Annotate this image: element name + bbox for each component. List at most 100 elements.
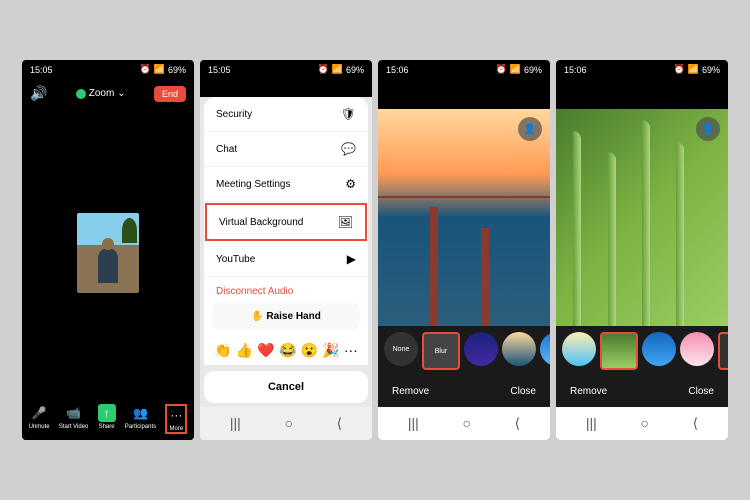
people-icon: 👥 [131,404,149,422]
grass-graphic [573,131,581,326]
emoji-party[interactable]: 🎉 [322,342,339,359]
bottom-actions: Remove Close [556,376,728,407]
share-button[interactable]: ↑Share [98,404,116,434]
background-selector: None Blur [378,326,550,376]
bg-option-beach[interactable] [562,332,596,366]
emoji-reactions: 👏 👍 ❤️ 😂 😮 🎉 ··· [204,336,368,365]
person-graphic [98,248,118,283]
status-time: 15:06 [386,65,409,75]
nav-back[interactable]: ⟨ [693,415,698,432]
unmute-button[interactable]: 🎤Unmute [29,404,50,434]
status-bar: 15:05 ⏰📶69% [200,60,372,79]
emoji-wow[interactable]: 😮 [301,342,318,359]
chevron-down-icon: ⌄ [117,88,125,99]
bg-option-grass[interactable] [600,332,638,370]
phone-screen-2: 15:05 ⏰📶69% Security🛡 Chat💬 Meeting Sett… [200,60,372,440]
shield-icon: 🛡 [341,107,356,121]
bg-option-bridge[interactable] [502,332,536,366]
background-icon: 🖼 [338,215,353,229]
menu-security[interactable]: Security🛡 [204,97,368,132]
nav-recent[interactable]: ||| [586,415,597,432]
background-selector: + [556,326,728,376]
pip-avatar[interactable]: 👤 [696,117,720,141]
signal-icon: 📶 [154,64,165,75]
chat-icon: 💬 [341,142,356,156]
meeting-toolbar: 🎤Unmute 📹Start Video ↑Share 👥Participant… [22,398,194,440]
menu-disconnect[interactable]: Disconnect Audio [204,277,368,297]
nav-home[interactable]: ○ [462,415,470,432]
bg-option-blur[interactable]: Blur [422,332,460,370]
android-nav: ||| ○ ⟨ [556,407,728,440]
bg-option-sky[interactable] [540,332,550,366]
phone-screen-4: 15:06 ⏰📶69% 👤 + Remove Close ||| ○ ⟨ [556,60,728,440]
tree-graphic [122,218,137,243]
menu-settings[interactable]: Meeting Settings⚙ [204,167,368,202]
nav-back[interactable]: ⟨ [515,415,520,432]
emoji-laugh[interactable]: 😂 [279,342,296,359]
nav-home[interactable]: ○ [284,415,292,432]
phone2-top: 15:05 ⏰📶69% [200,60,372,97]
emoji-heart[interactable]: ❤️ [257,342,274,359]
background-preview-grass: 👤 [556,109,728,326]
start-video-button[interactable]: 📹Start Video [59,404,89,434]
dots-icon: ··· [167,406,185,424]
close-button[interactable]: Close [688,386,714,397]
end-button[interactable]: End [154,86,186,102]
status-bar: 15:05 ⏰ 📶 69% [22,60,194,79]
status-time: 15:06 [564,65,587,75]
phone-screen-3: 15:06 ⏰📶69% 👤 None Blur Remove Close |||… [378,60,550,440]
youtube-icon: ▶ [347,252,356,266]
bottom-actions: Remove Close [378,376,550,407]
shield-icon [76,89,86,99]
pip-avatar[interactable]: 👤 [518,117,542,141]
phone-screen-1: 15:05 ⏰ 📶 69% 🔊 Zoom ⌄ End 🎤Unmute 📹Star… [22,60,194,440]
status-time: 15:05 [208,65,231,75]
menu-virtual-background[interactable]: Virtual Background🖼 [205,203,367,241]
status-right: ⏰ 📶 69% [140,64,186,75]
spacer [378,79,550,109]
background-preview-bridge: 👤 [378,109,550,326]
nav-back[interactable]: ⟨ [337,415,342,432]
android-nav: ||| ○ ⟨ [378,407,550,440]
nav-recent[interactable]: ||| [230,415,241,432]
bg-option-add[interactable]: + [718,332,728,370]
remove-button[interactable]: Remove [570,386,607,397]
android-nav: ||| ○ ⟨ [200,407,372,440]
bridge-graphic [378,196,550,198]
menu-chat[interactable]: Chat💬 [204,132,368,167]
battery-percent: 69% [168,65,186,75]
bridge-graphic [481,228,489,326]
meeting-topbar: 🔊 Zoom ⌄ End [22,79,194,108]
close-button[interactable]: Close [510,386,536,397]
zoom-badge[interactable]: Zoom ⌄ [76,88,126,99]
emoji-clap[interactable]: 👏 [214,342,231,359]
status-bar: 15:06 ⏰📶69% [378,60,550,79]
emoji-more[interactable]: ··· [344,342,358,359]
gear-icon: ⚙ [345,177,356,191]
share-icon: ↑ [98,404,116,422]
status-time: 15:05 [30,65,53,75]
camera-icon: 📹 [65,404,83,422]
raise-hand-button[interactable]: ✋ Raise Hand [212,303,360,330]
emoji-thumbsup[interactable]: 👍 [236,342,253,359]
bg-option-pink[interactable] [680,332,714,366]
mic-icon: 🎤 [30,404,48,422]
bg-option-space[interactable] [464,332,498,366]
bg-option-none[interactable]: None [384,332,418,366]
video-area [22,108,194,398]
more-button[interactable]: ···More [165,404,187,434]
more-menu-sheet: Security🛡 Chat💬 Meeting Settings⚙ Virtua… [204,97,368,365]
cancel-button[interactable]: Cancel [204,371,368,403]
remove-button[interactable]: Remove [392,386,429,397]
nav-home[interactable]: ○ [640,415,648,432]
bg-option-blue[interactable] [642,332,676,366]
menu-youtube[interactable]: YouTube▶ [204,242,368,277]
bridge-graphic [430,207,438,326]
video-tile[interactable] [77,213,139,293]
nav-recent[interactable]: ||| [408,415,419,432]
speaker-icon[interactable]: 🔊 [30,85,47,102]
grass-graphic [642,120,650,326]
alarm-icon: ⏰ [140,64,151,75]
participants-button[interactable]: 👥Participants [125,404,156,434]
spacer [556,79,728,109]
